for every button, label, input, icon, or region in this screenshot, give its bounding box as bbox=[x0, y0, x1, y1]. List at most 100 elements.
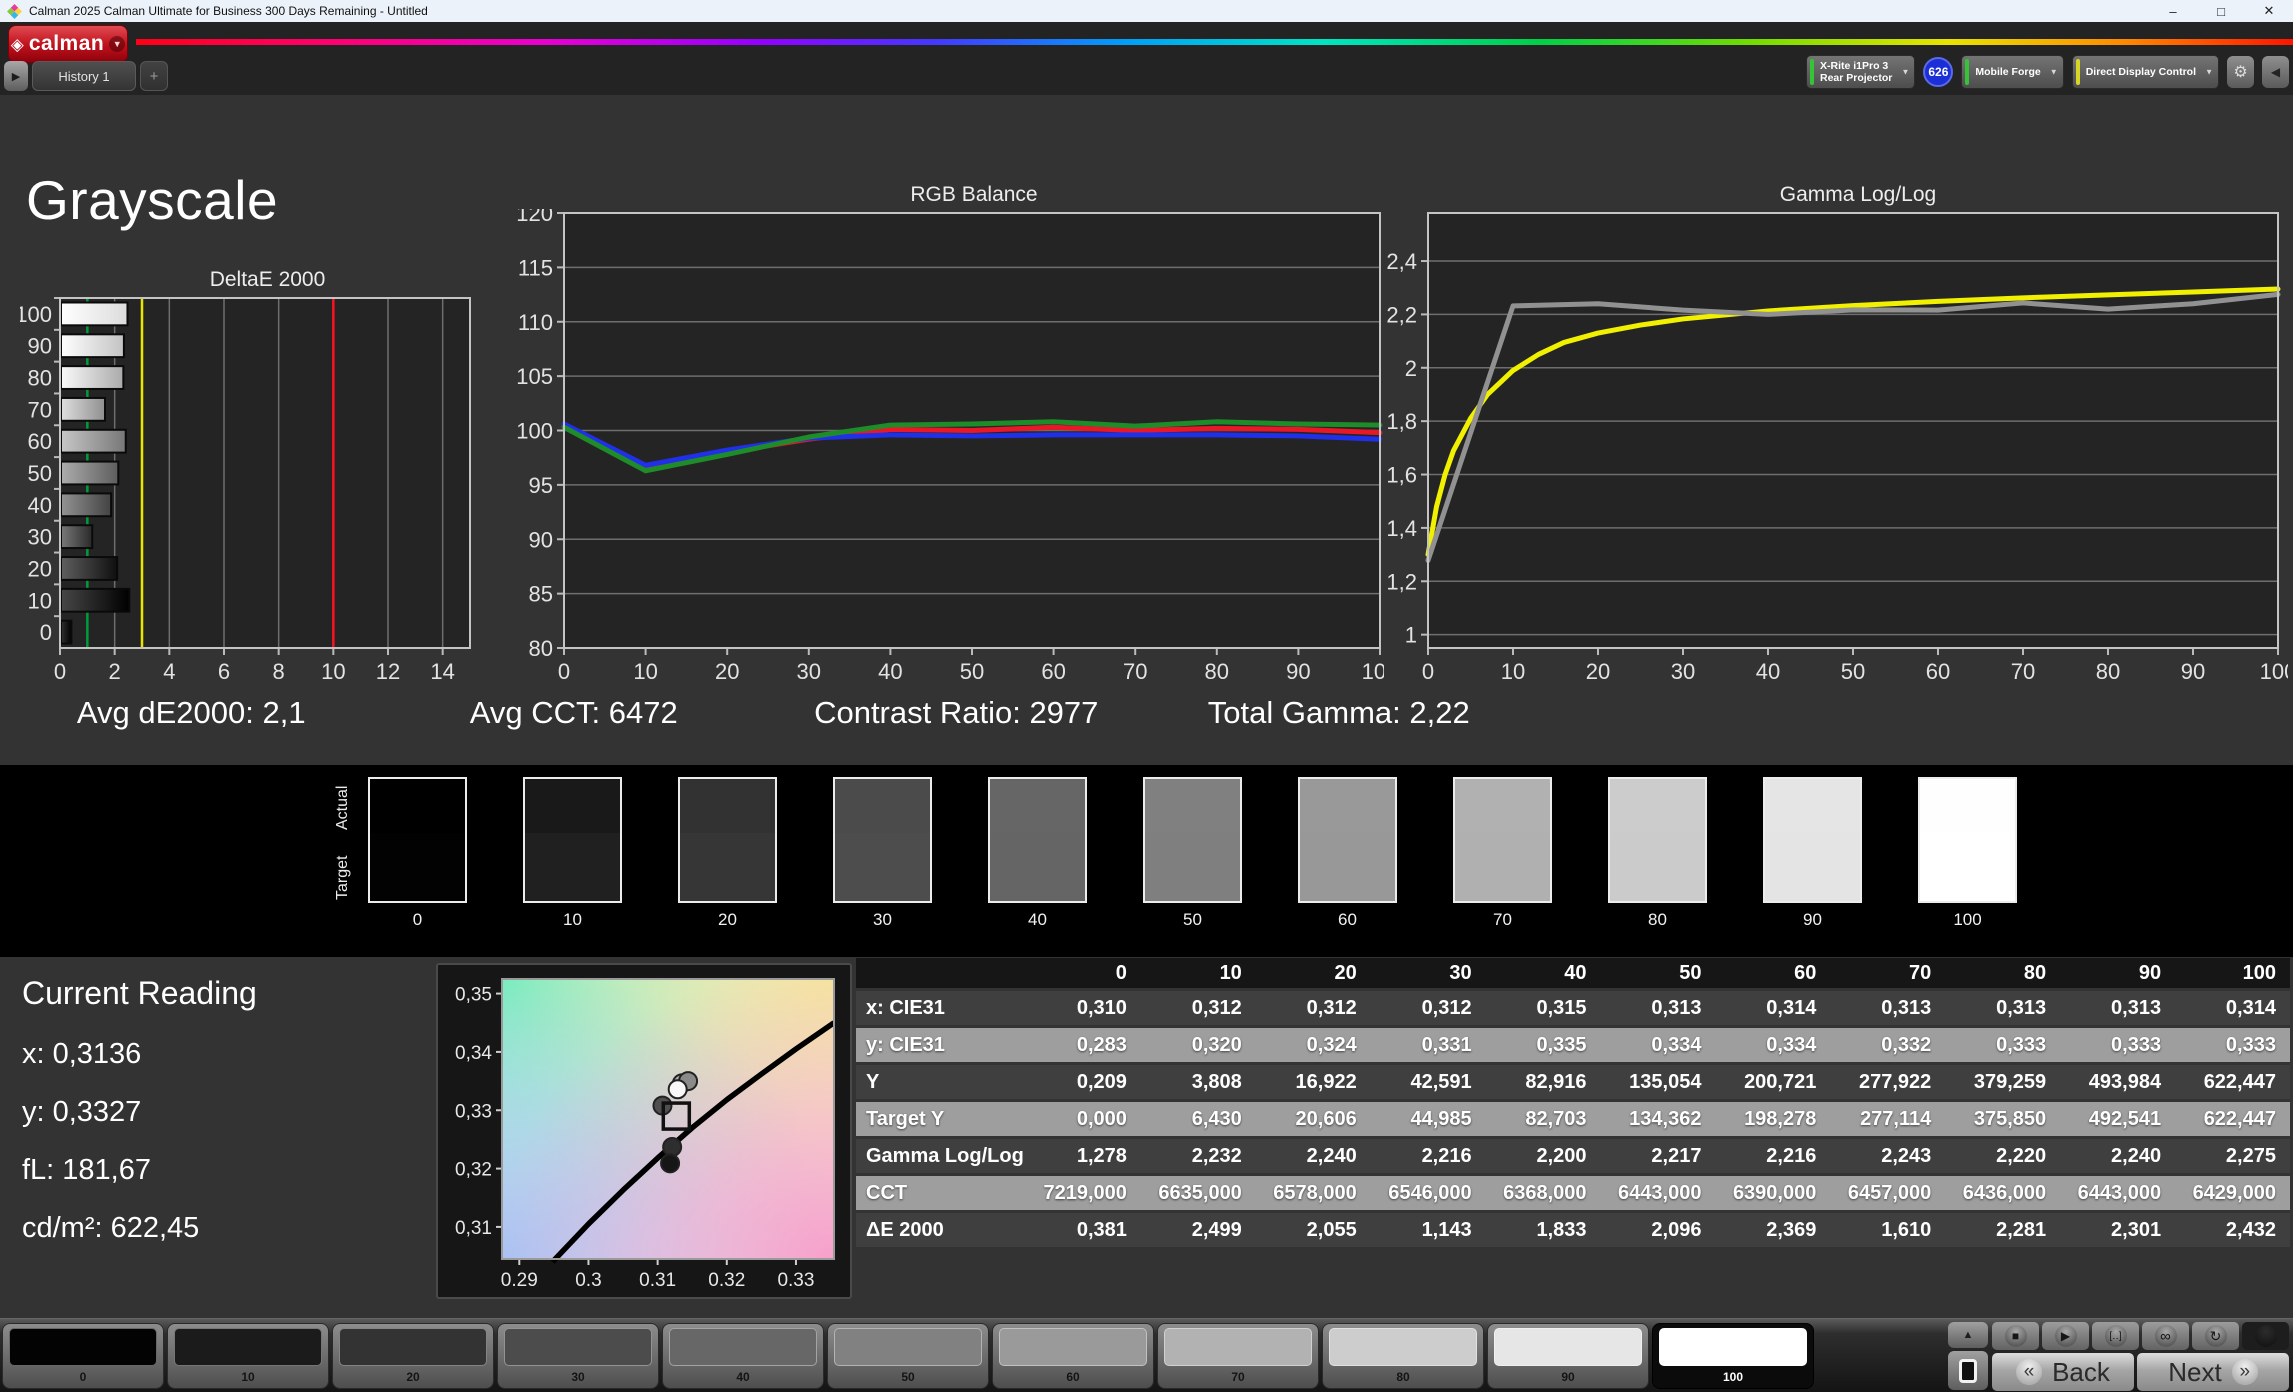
play-button[interactable]: ▶ bbox=[2042, 1322, 2089, 1350]
svg-text:90: 90 bbox=[529, 527, 553, 552]
pattern-level-0[interactable]: 0 bbox=[2, 1323, 164, 1389]
window-titlebar: Calman 2025 Calman Ultimate for Business… bbox=[0, 0, 2293, 22]
table-cell: 6390,000 bbox=[1732, 1181, 1817, 1204]
continuous-read-button[interactable]: ∞ bbox=[2142, 1322, 2189, 1350]
swatch-box bbox=[1453, 777, 1552, 903]
transport-controls: ▲ ■ ▶ [‥] ∞ ↻ « Back Next » bbox=[1948, 1322, 2289, 1391]
target-swatch bbox=[1145, 833, 1240, 901]
table-cell: 0,313 bbox=[1881, 996, 1932, 1019]
reading-y: y: 0,3327 bbox=[22, 1096, 142, 1128]
display-control-dropdown[interactable]: Direct Display Control ▼ bbox=[2071, 55, 2219, 89]
tab-history-1[interactable]: History 1 bbox=[32, 61, 136, 91]
target-swatch bbox=[525, 833, 620, 901]
table-cell: 0,312 bbox=[1421, 996, 1472, 1019]
back-button[interactable]: « Back bbox=[1992, 1353, 2134, 1391]
table-row: y: CIE31 0,283 0,320 0,324 0,331 0,335 0,334 0,… bbox=[856, 1028, 2290, 1062]
gear-icon: ⚙ bbox=[2233, 64, 2248, 81]
pattern-level-80[interactable]: 80 bbox=[1322, 1323, 1484, 1389]
read-interval-button[interactable]: [‥] bbox=[2092, 1322, 2139, 1350]
rgb-balance-chart-title: RGB Balance bbox=[910, 183, 1038, 206]
swatch-level-label: 70 bbox=[1493, 910, 1512, 929]
table-cell: 44,985 bbox=[1410, 1107, 1472, 1130]
loop-button[interactable]: ↻ bbox=[2192, 1322, 2239, 1350]
table-cell: 0,334 bbox=[1766, 1033, 1817, 1056]
tab-scroll-button[interactable]: ▶ bbox=[4, 61, 28, 91]
pattern-level-90[interactable]: 90 bbox=[1487, 1323, 1649, 1389]
swatch-item: 30 bbox=[833, 777, 932, 930]
expand-pattern-bar-button[interactable]: ▲ bbox=[1948, 1322, 1988, 1348]
pattern-level-60[interactable]: 60 bbox=[992, 1323, 1154, 1389]
svg-text:85: 85 bbox=[529, 582, 553, 607]
deltae-chart-plot: 0 2 4 6 8 10 12 141009080706050403020100 bbox=[15, 297, 471, 684]
target-swatch bbox=[1765, 833, 1860, 901]
svg-text:0,31: 0,31 bbox=[455, 1218, 492, 1239]
close-button[interactable]: ✕ bbox=[2245, 0, 2293, 22]
table-cell: 2,432 bbox=[2225, 1218, 2276, 1241]
svg-text:0,31: 0,31 bbox=[639, 1270, 676, 1286]
svg-text:100: 100 bbox=[2260, 659, 2288, 684]
swatch-level-label: 90 bbox=[1803, 910, 1822, 929]
pattern-level-70[interactable]: 70 bbox=[1157, 1323, 1319, 1389]
settings-button[interactable]: ⚙ bbox=[2227, 56, 2254, 88]
svg-text:1: 1 bbox=[1405, 623, 1417, 648]
table-cell: 1,610 bbox=[1881, 1218, 1932, 1241]
table-column-header: 80 bbox=[2023, 961, 2047, 984]
pattern-level-30[interactable]: 30 bbox=[497, 1323, 659, 1389]
minimize-button[interactable]: – bbox=[2149, 0, 2197, 22]
add-tab-button[interactable]: + bbox=[140, 61, 168, 91]
svg-text:80: 80 bbox=[1205, 659, 1229, 684]
swatch-box bbox=[1143, 777, 1242, 903]
svg-text:2: 2 bbox=[109, 659, 121, 684]
table-cell: 6443,000 bbox=[2077, 1181, 2162, 1204]
table-header-row: 0 10 20 30 40 50 60 70 80 90 100 bbox=[856, 958, 2290, 988]
target-swatch bbox=[1300, 833, 1395, 901]
pattern-level-10[interactable]: 10 bbox=[167, 1323, 329, 1389]
collapse-panel-button[interactable]: ◀ bbox=[2262, 56, 2289, 88]
cie-chart-panel: 0,31 0,32 0,33 0,34 0,35 0,29 0,3 0,31 0,32 0,33 bbox=[436, 963, 852, 1299]
pattern-swatch bbox=[1329, 1328, 1477, 1366]
chevron-right-icon: » bbox=[2231, 1359, 2258, 1385]
table-cell: 0,000 bbox=[1076, 1107, 1127, 1130]
chevron-left-icon: « bbox=[2016, 1359, 2043, 1385]
swatch-level-label: 50 bbox=[1183, 910, 1202, 929]
svg-text:1,6: 1,6 bbox=[1386, 463, 1417, 488]
table-cell: 135,054 bbox=[1629, 1070, 1702, 1093]
stat-total-gamma: Total Gamma: 2,22 bbox=[1207, 695, 1470, 730]
source-dropdown[interactable]: Mobile Forge ▼ bbox=[1961, 55, 2064, 89]
pattern-level-20[interactable]: 20 bbox=[332, 1323, 494, 1389]
pattern-level-100[interactable]: 100 bbox=[1652, 1323, 1814, 1389]
table-cell: 2,275 bbox=[2225, 1144, 2276, 1167]
pattern-swatch bbox=[1659, 1328, 1807, 1366]
table-cell: 0,335 bbox=[1536, 1033, 1587, 1056]
actual-swatch bbox=[1610, 779, 1705, 833]
swatch-level-label: 80 bbox=[1648, 910, 1667, 929]
svg-text:30: 30 bbox=[28, 525, 52, 550]
table-row-label: CCT bbox=[866, 1181, 908, 1204]
table-cell: 0,333 bbox=[2111, 1033, 2162, 1056]
spectrum-gradient-bar bbox=[136, 39, 2293, 45]
pattern-level-50[interactable]: 50 bbox=[827, 1323, 989, 1389]
table-cell: 2,243 bbox=[1881, 1144, 1932, 1167]
table-cell: 6,430 bbox=[1191, 1107, 1242, 1130]
table-cell: 2,499 bbox=[1191, 1218, 1242, 1241]
svg-text:80: 80 bbox=[2096, 659, 2120, 684]
svg-text:10: 10 bbox=[1501, 659, 1525, 684]
svg-text:1,2: 1,2 bbox=[1386, 569, 1417, 594]
stop-button[interactable]: ■ bbox=[1992, 1322, 2039, 1350]
swatch-box bbox=[523, 777, 622, 903]
target-swatch bbox=[1920, 833, 2015, 901]
meter-dropdown[interactable]: X-Rite i1Pro 3 Rear Projector ▼ bbox=[1806, 55, 1916, 89]
table-row: CCT 7219,000 6635,000 6578,000 6546,000 6368,… bbox=[856, 1176, 2290, 1210]
pattern-level-40[interactable]: 40 bbox=[662, 1323, 824, 1389]
swatch-level-label: 30 bbox=[873, 910, 892, 929]
actual-swatch bbox=[835, 779, 930, 833]
pattern-level-label: 90 bbox=[1561, 1370, 1575, 1384]
calman-menu-button[interactable]: ◈ calman ▼ bbox=[8, 25, 128, 63]
interval-icon: [‥] bbox=[2109, 1330, 2122, 1342]
table-cell: 2,369 bbox=[1766, 1218, 1817, 1241]
pattern-window-button[interactable] bbox=[1948, 1351, 1988, 1390]
rgb-balance-chart-plot: 80 85 90 95 100 105 110 115 120 0 10 20 30 40 50 60 70 80… bbox=[516, 201, 1398, 684]
next-button[interactable]: Next » bbox=[2137, 1353, 2289, 1391]
reading-fl: fL: 181,67 bbox=[22, 1154, 151, 1186]
maximize-button[interactable]: □ bbox=[2197, 0, 2245, 22]
